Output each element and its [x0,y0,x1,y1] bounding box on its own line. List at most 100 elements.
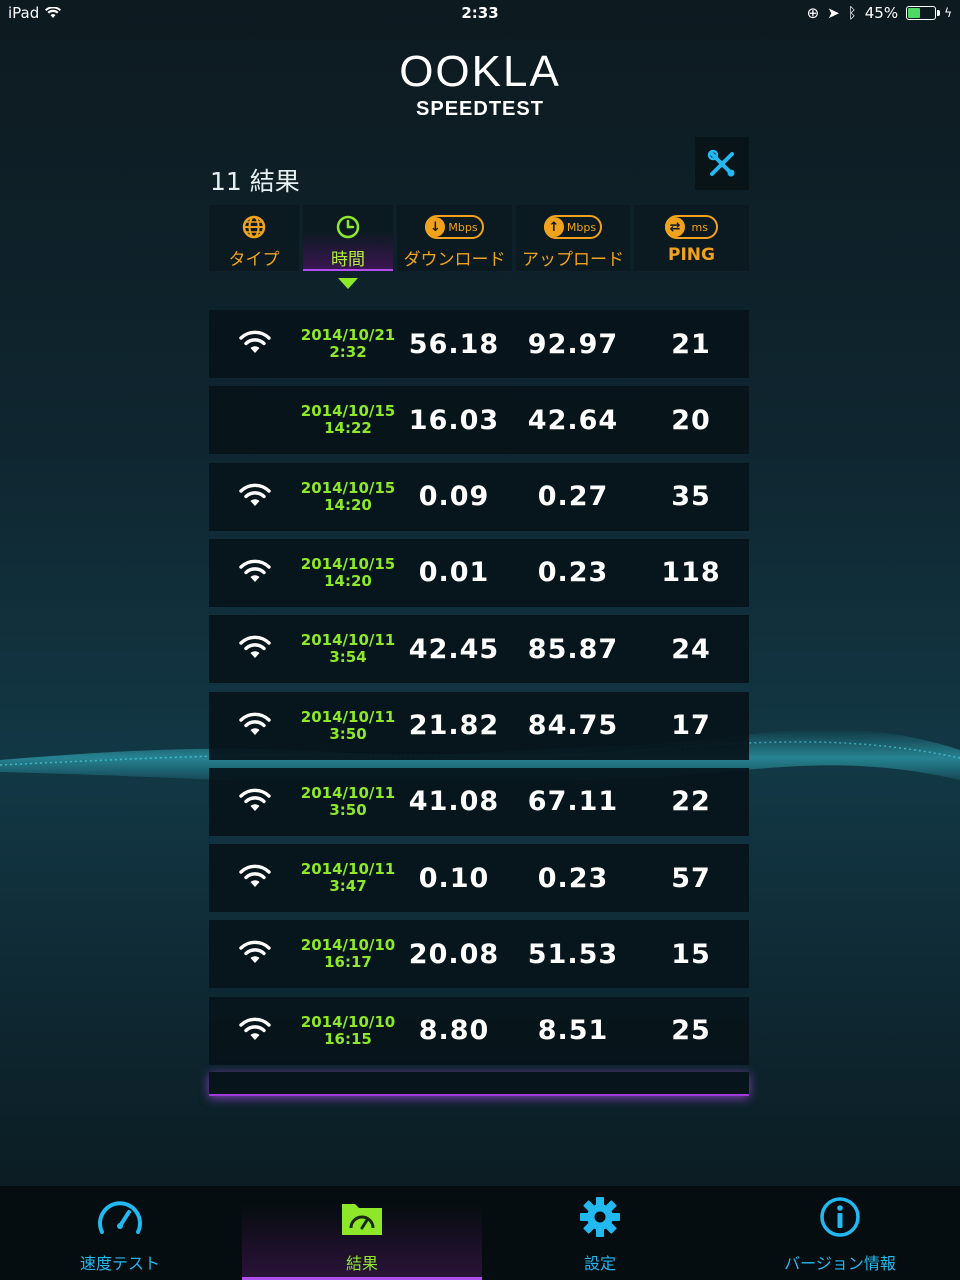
download-value: 41.08 [408,786,500,818]
info-icon [820,1197,860,1237]
row-date: 2014/10/11 [300,631,396,650]
download-value: 42.45 [408,633,500,665]
wifi-icon [238,939,272,969]
column-label-time: 時間 [331,250,365,270]
ping-value: 24 [671,633,711,665]
table-row[interactable]: 2014/10/11 3:50 41.08 67.11 22 [209,767,749,836]
column-header-upload[interactable]: ↑ Mbps アップロード [516,205,630,271]
row-time: 16:17 [324,953,372,972]
row-timestamp: 2014/10/10 16:15 [301,997,395,1065]
sort-descending-indicator [338,278,358,289]
download-value: 21.82 [408,710,500,741]
speedometer-icon [98,1201,142,1234]
row-timestamp: 2014/10/15 14:20 [301,539,395,607]
ping-unit: ms [691,220,708,234]
wifi-icon [238,329,272,359]
ping-value: 22 [671,786,711,818]
wifi-icon [238,482,272,512]
wifi-icon [238,558,272,588]
upload-value: 0.23 [537,862,609,894]
tab-version-info[interactable]: バージョン情報 [720,1186,960,1280]
ping-ms-icon: ⇄ ms [665,215,718,239]
column-label-upload: アップロード [522,250,624,270]
row-time: 3:54 [329,648,367,667]
table-row-partial[interactable]: 2014/09/30 [209,1072,749,1096]
table-row[interactable]: 2014/10/21 2:32 56.18 92.97 21 [209,310,749,378]
wifi-icon [238,787,272,817]
table-row[interactable]: 2014/10/15 14:20 0.09 0.27 35 [209,462,749,531]
upload-value: 8.51 [537,1015,609,1047]
row-timestamp: 2014/10/15 14:22 [301,386,395,454]
download-value: 20.08 [408,938,500,970]
location-icon: ➤ [827,4,840,22]
table-row[interactable]: 2014/10/10 16:15 8.80 8.51 25 [209,996,749,1065]
download-value: 0.09 [418,481,490,513]
battery-icon [906,6,941,20]
row-timestamp: 2014/10/11 3:50 [301,768,395,836]
connection-type [209,615,301,683]
upload-value: 85.87 [527,633,619,665]
upload-value: 0.23 [537,557,609,589]
ping-value: 35 [671,481,711,513]
connection-type [209,920,301,988]
wifi-icon [238,711,272,741]
table-row[interactable]: 2014/10/11 3:50 21.82 84.75 17 [209,691,749,760]
globe-icon [242,215,266,239]
download-value: 8.80 [418,1015,490,1047]
row-timestamp: 2014/10/15 14:20 [301,463,395,531]
connection-type [209,463,301,531]
clock-icon [336,215,360,239]
table-row[interactable]: 2014/10/11 3:54 42.45 85.87 24 [209,615,749,684]
ping-value: 21 [671,328,711,360]
results-folder-icon [342,1204,382,1235]
column-label-download: ダウンロード [403,250,506,270]
row-date: 2014/10/11 [300,860,396,879]
wifi-icon [238,863,272,893]
tab-results[interactable]: 結果 [242,1186,482,1280]
column-header-download[interactable]: ↓ Mbps ダウンロード [397,205,512,271]
row-timestamp: 2014/10/21 2:32 [301,310,395,378]
table-row[interactable]: 2014/10/15 14:20 0.01 0.23 118 [209,538,749,607]
table-row[interactable]: 2014/10/10 16:17 20.08 51.53 15 [209,920,749,989]
battery-percent: 45% [864,4,899,22]
download-mbps-icon: ↓ Mbps [425,215,484,239]
row-date: 2014/10/21 [300,326,396,344]
upload-value: 0.27 [537,481,609,513]
row-date: 2014/10/11 [300,783,396,802]
orientation-lock-icon: ⊕ [806,4,820,22]
download-value: 0.10 [418,862,490,894]
wifi-icon [238,634,272,664]
column-header-time[interactable]: 時間 [303,205,393,271]
row-timestamp: 2014/10/11 3:54 [301,615,395,683]
row-date: 2014/10/10 [300,936,396,955]
ping-value: 17 [671,710,711,741]
product-name: SPEEDTEST [416,98,544,120]
row-time: 14:20 [324,571,372,590]
column-header-ping[interactable]: ⇄ ms PING [634,205,749,271]
tools-button[interactable] [695,137,749,190]
download-value: 16.03 [408,404,500,436]
status-bar: iPad 2:33 ⊕ ➤ ᛒ 45% ϟ [0,0,960,26]
row-date: 2014/10/10 [300,1012,396,1031]
table-row[interactable]: 2014/10/15 14:22 16.03 42.64 20 [209,386,749,455]
row-date: 2014/10/11 [300,707,396,726]
ping-value: 118 [661,557,721,589]
column-header-type[interactable]: タイプ [209,205,299,271]
download-value: 56.18 [408,328,500,360]
connection-type [209,997,301,1065]
tab-settings[interactable]: 設定 [480,1186,720,1280]
row-time: 2:32 [329,343,367,361]
app-logo: OOKLA SPEEDTEST [0,50,960,121]
row-time: 14:20 [324,495,372,514]
brand-name: OOKLA [399,47,561,96]
upload-value: 67.11 [527,786,619,818]
row-time: 3:47 [329,877,367,896]
upload-value: 51.53 [527,938,619,970]
table-row[interactable]: 2014/10/11 3:47 0.10 0.23 57 [209,844,749,913]
upload-value: 42.64 [527,404,619,436]
column-label-type: タイプ [228,250,280,270]
tab-speed-test[interactable]: 速度テスト [0,1186,240,1280]
row-date: 2014/10/15 [300,402,396,421]
tab-label: 設定 [583,1254,616,1273]
ping-value: 20 [671,404,711,436]
